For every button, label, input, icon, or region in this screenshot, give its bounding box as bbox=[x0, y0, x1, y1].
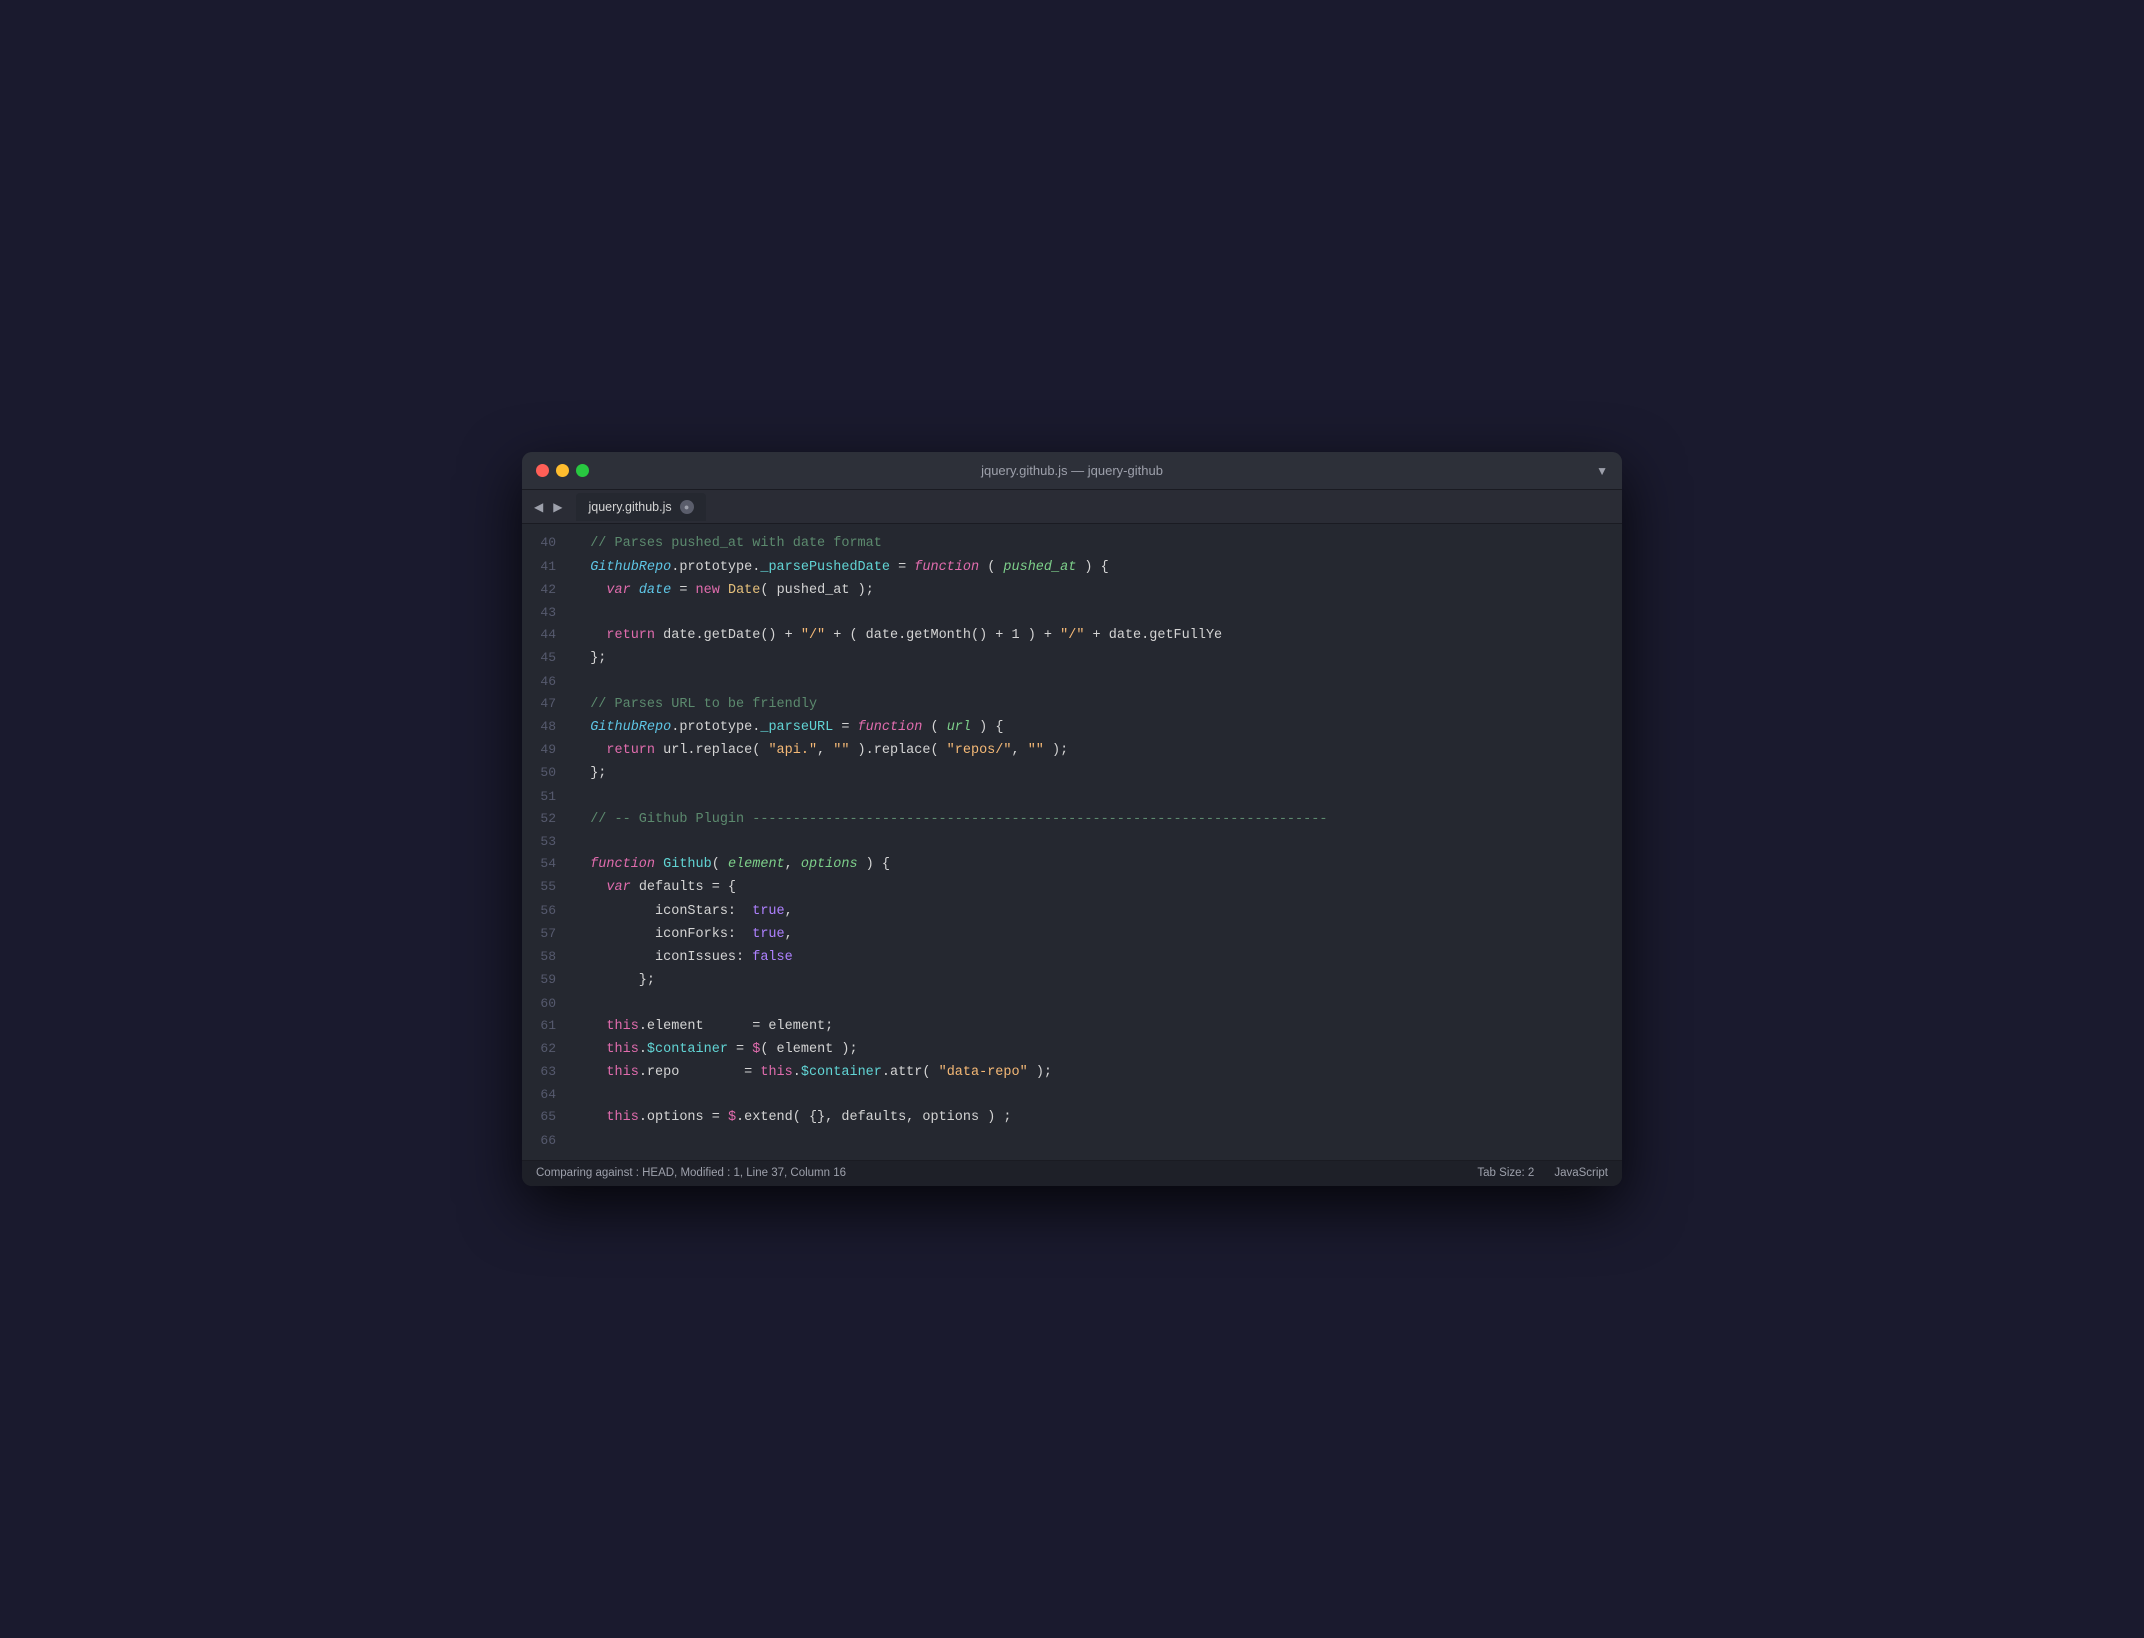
code-line: 49 return url.replace( "api.", "" ).repl… bbox=[522, 739, 1622, 762]
line-number: 49 bbox=[522, 739, 574, 760]
line-number: 65 bbox=[522, 1106, 574, 1127]
line-content: GithubRepo.prototype._parseURL = functio… bbox=[574, 717, 1023, 739]
statusbar-info: Comparing against : HEAD, Modified : 1, … bbox=[536, 1167, 1477, 1179]
window-title: jquery.github.js — jquery-github bbox=[981, 463, 1163, 478]
line-number: 62 bbox=[522, 1038, 574, 1059]
line-number: 59 bbox=[522, 969, 574, 990]
nav-forward[interactable]: ▶ bbox=[549, 498, 566, 516]
code-line: 66 bbox=[522, 1130, 1622, 1152]
line-number: 60 bbox=[522, 993, 574, 1014]
code-line: 46 bbox=[522, 671, 1622, 693]
titlebar: jquery.github.js — jquery-github ▼ bbox=[522, 452, 1622, 490]
line-content: var date = new Date( pushed_at ); bbox=[574, 580, 894, 602]
code-line: 56 iconStars: true, bbox=[522, 900, 1622, 923]
line-number: 58 bbox=[522, 946, 574, 967]
code-line: 62 this.$container = $( element ); bbox=[522, 1038, 1622, 1061]
line-number: 45 bbox=[522, 647, 574, 668]
line-number: 48 bbox=[522, 716, 574, 737]
line-number: 43 bbox=[522, 602, 574, 623]
nav-arrows: ◀ ▶ bbox=[530, 498, 566, 516]
line-content: // -- Github Plugin --------------------… bbox=[574, 809, 1347, 831]
code-line: 54 function Github( element, options ) { bbox=[522, 853, 1622, 876]
tab-close-button[interactable]: ● bbox=[680, 500, 694, 514]
code-line: 53 bbox=[522, 831, 1622, 853]
statusbar-right: Tab Size: 2 JavaScript bbox=[1477, 1167, 1608, 1179]
code-container: 40 // Parses pushed_at with date format4… bbox=[522, 524, 1622, 1159]
line-content: this.options = $.extend( {}, defaults, o… bbox=[574, 1107, 1032, 1129]
code-line: 50 }; bbox=[522, 762, 1622, 785]
line-number: 51 bbox=[522, 786, 574, 807]
line-number: 52 bbox=[522, 808, 574, 829]
line-number: 53 bbox=[522, 831, 574, 852]
line-content: GithubRepo.prototype._parsePushedDate = … bbox=[574, 557, 1129, 579]
line-content: this.repo = this.$container.attr( "data-… bbox=[574, 1062, 1072, 1084]
line-number: 63 bbox=[522, 1061, 574, 1082]
maximize-button[interactable] bbox=[576, 464, 589, 477]
code-line: 55 var defaults = { bbox=[522, 876, 1622, 899]
line-number: 66 bbox=[522, 1130, 574, 1151]
line-number: 47 bbox=[522, 693, 574, 714]
traffic-lights bbox=[536, 464, 589, 477]
line-content: // Parses pushed_at with date format bbox=[574, 533, 902, 555]
line-number: 57 bbox=[522, 923, 574, 944]
line-content: return date.getDate() + "/" + ( date.get… bbox=[574, 625, 1242, 647]
line-content: return url.replace( "api.", "" ).replace… bbox=[574, 740, 1088, 762]
line-content: var defaults = { bbox=[574, 877, 756, 899]
language[interactable]: JavaScript bbox=[1554, 1167, 1608, 1179]
tab-size[interactable]: Tab Size: 2 bbox=[1477, 1167, 1534, 1179]
line-number: 56 bbox=[522, 900, 574, 921]
line-number: 61 bbox=[522, 1015, 574, 1036]
code-line: 60 bbox=[522, 993, 1622, 1015]
statusbar: Comparing against : HEAD, Modified : 1, … bbox=[522, 1160, 1622, 1186]
line-content: function Github( element, options ) { bbox=[574, 854, 910, 876]
code-line: 51 bbox=[522, 786, 1622, 808]
line-content: this.element = element; bbox=[574, 1016, 853, 1038]
code-line: 63 this.repo = this.$container.attr( "da… bbox=[522, 1061, 1622, 1084]
line-number: 42 bbox=[522, 579, 574, 600]
line-content: iconIssues: false bbox=[574, 947, 813, 969]
code-line: 41 GithubRepo.prototype._parsePushedDate… bbox=[522, 556, 1622, 579]
line-number: 40 bbox=[522, 532, 574, 553]
line-content: }; bbox=[574, 970, 675, 992]
tab-label: jquery.github.js bbox=[588, 500, 671, 514]
code-line: 48 GithubRepo.prototype._parseURL = func… bbox=[522, 716, 1622, 739]
code-line: 59 }; bbox=[522, 969, 1622, 992]
code-line: 44 return date.getDate() + "/" + ( date.… bbox=[522, 624, 1622, 647]
line-number: 44 bbox=[522, 624, 574, 645]
line-number: 41 bbox=[522, 556, 574, 577]
line-content: iconForks: true, bbox=[574, 924, 813, 946]
nav-back[interactable]: ◀ bbox=[530, 498, 547, 516]
code-line: 45 }; bbox=[522, 647, 1622, 670]
line-content: iconStars: true, bbox=[574, 901, 813, 923]
code-line: 61 this.element = element; bbox=[522, 1015, 1622, 1038]
line-content: }; bbox=[574, 648, 626, 670]
code-line: 43 bbox=[522, 602, 1622, 624]
code-line: 57 iconForks: true, bbox=[522, 923, 1622, 946]
code-line: 65 this.options = $.extend( {}, defaults… bbox=[522, 1106, 1622, 1129]
tab-jquery-github[interactable]: jquery.github.js ● bbox=[576, 493, 705, 521]
editor-area: 40 // Parses pushed_at with date format4… bbox=[522, 524, 1622, 1159]
dropdown-icon[interactable]: ▼ bbox=[1596, 464, 1608, 478]
code-line: 52 // -- Github Plugin -----------------… bbox=[522, 808, 1622, 831]
code-line: 47 // Parses URL to be friendly bbox=[522, 693, 1622, 716]
line-number: 46 bbox=[522, 671, 574, 692]
line-content: this.$container = $( element ); bbox=[574, 1039, 878, 1061]
code-line: 42 var date = new Date( pushed_at ); bbox=[522, 579, 1622, 602]
minimize-button[interactable] bbox=[556, 464, 569, 477]
line-number: 55 bbox=[522, 876, 574, 897]
tab-bar: ◀ ▶ jquery.github.js ● bbox=[522, 490, 1622, 524]
editor-window: jquery.github.js — jquery-github ▼ ◀ ▶ j… bbox=[522, 452, 1622, 1185]
line-number: 54 bbox=[522, 853, 574, 874]
line-number: 64 bbox=[522, 1084, 574, 1105]
line-content: // Parses URL to be friendly bbox=[574, 694, 837, 716]
line-number: 50 bbox=[522, 762, 574, 783]
code-line: 64 bbox=[522, 1084, 1622, 1106]
close-button[interactable] bbox=[536, 464, 549, 477]
code-line: 58 iconIssues: false bbox=[522, 946, 1622, 969]
line-content: }; bbox=[574, 763, 626, 785]
code-line: 40 // Parses pushed_at with date format bbox=[522, 532, 1622, 555]
